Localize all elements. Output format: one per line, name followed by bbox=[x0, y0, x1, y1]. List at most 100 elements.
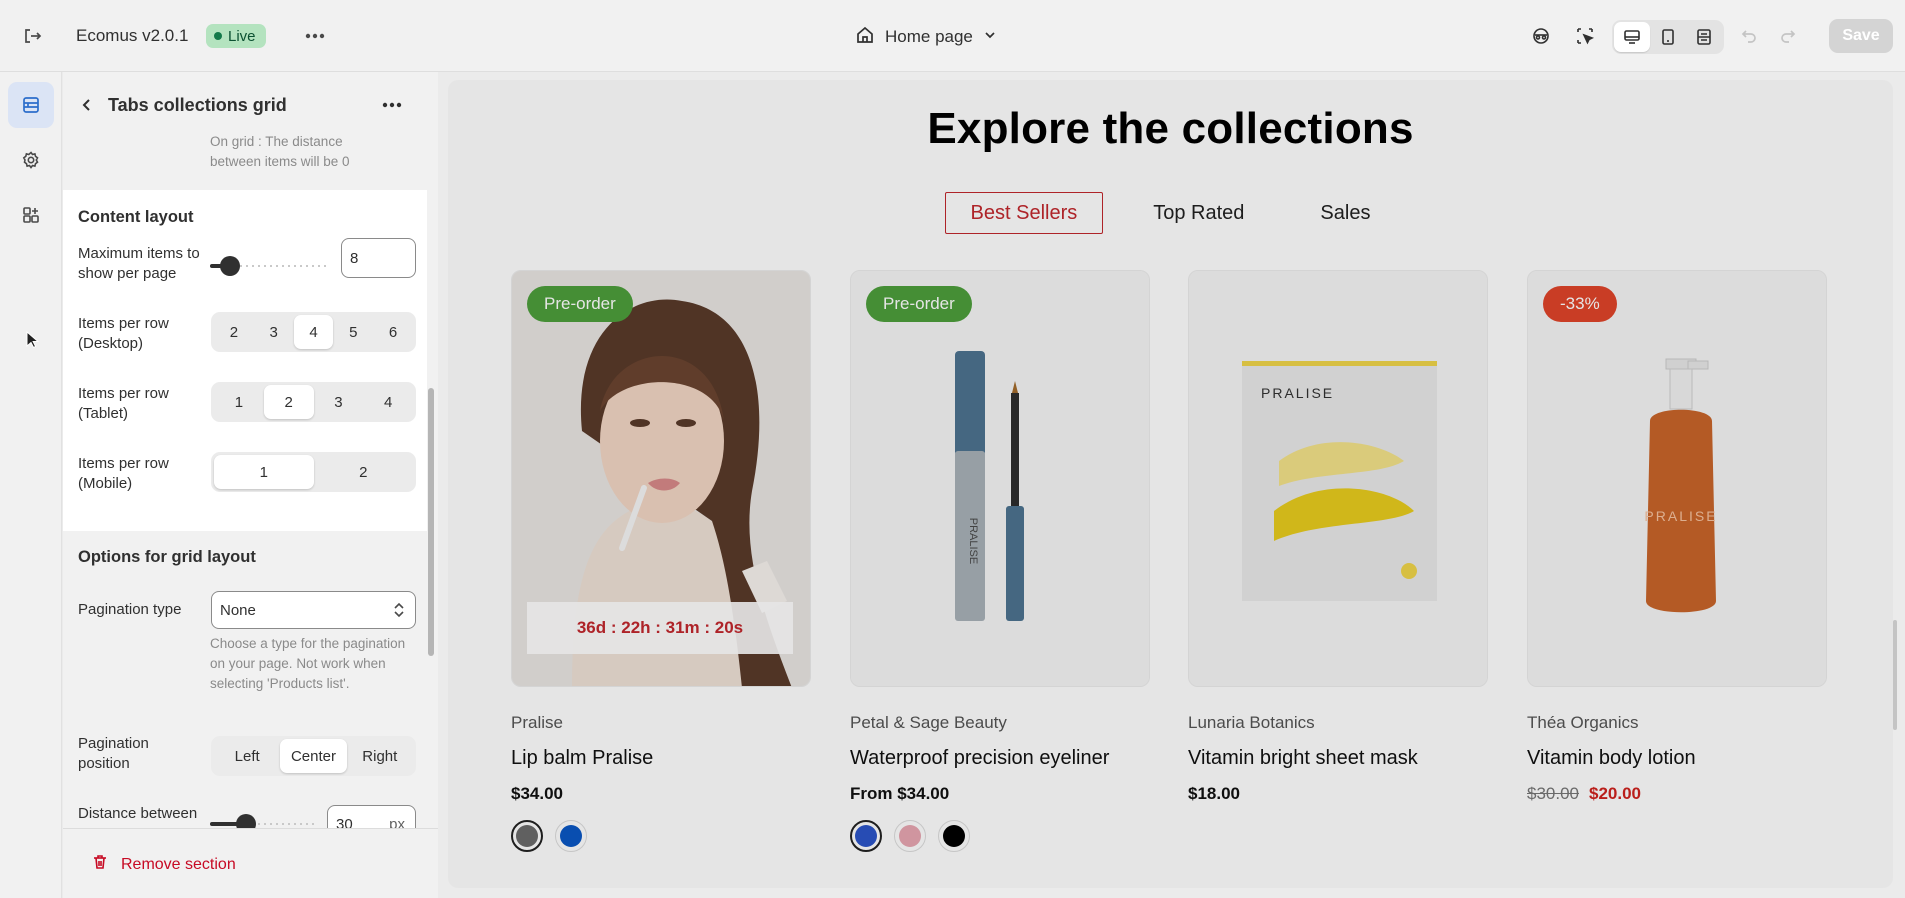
back-arrow-icon[interactable] bbox=[76, 94, 98, 116]
content-layout-group: Content layout Maximum items to show per… bbox=[63, 190, 427, 531]
sections-icon[interactable] bbox=[8, 82, 54, 128]
collection-tabs: Best Sellers Top Rated Sales bbox=[448, 192, 1893, 234]
pagination-type-select[interactable]: None bbox=[211, 591, 416, 629]
segment-option[interactable]: 6 bbox=[373, 315, 413, 349]
app-embeds-icon[interactable] bbox=[8, 192, 54, 238]
segment-option[interactable]: 3 bbox=[314, 385, 364, 419]
section-more-icon[interactable] bbox=[379, 94, 405, 116]
product-card[interactable]: PRALISE Lunaria Botanics Vitamin bright … bbox=[1188, 270, 1488, 804]
mobile-per-row-label: Items per row (Mobile) bbox=[78, 455, 169, 492]
color-swatch[interactable] bbox=[938, 820, 970, 852]
segment-option[interactable]: Left bbox=[214, 739, 280, 773]
segment-option[interactable]: 2 bbox=[214, 315, 254, 349]
product-card[interactable]: PRALISE Pre-order Petal & Sage Beauty Wa… bbox=[850, 270, 1150, 852]
max-items-slider[interactable] bbox=[210, 256, 330, 276]
undo-icon[interactable] bbox=[1737, 24, 1761, 48]
swatch-color bbox=[855, 825, 877, 847]
redo-icon[interactable] bbox=[1776, 24, 1800, 48]
page-name: Home page bbox=[885, 27, 973, 46]
desktop-icon[interactable] bbox=[1614, 22, 1650, 52]
segment-option[interactable]: Center bbox=[280, 739, 347, 773]
remove-section-button[interactable]: Remove section bbox=[91, 853, 236, 876]
product-image[interactable]: PRALISE bbox=[1188, 270, 1488, 687]
preview-scrollbar[interactable] bbox=[1893, 620, 1897, 730]
svg-text:PRALISE: PRALISE bbox=[967, 518, 979, 564]
remove-section-bar: Remove section bbox=[63, 828, 438, 898]
product-vendor: Pralise bbox=[511, 713, 563, 732]
color-swatch[interactable] bbox=[850, 820, 882, 852]
product-vendor: Théa Organics bbox=[1527, 713, 1639, 732]
color-swatch[interactable] bbox=[894, 820, 926, 852]
more-icon[interactable] bbox=[302, 24, 328, 48]
tablet-icon[interactable] bbox=[1650, 22, 1686, 52]
product-vendor: Petal & Sage Beauty bbox=[850, 713, 1007, 732]
product-title[interactable]: Waterproof precision eyeliner bbox=[850, 747, 1150, 770]
save-button[interactable]: Save bbox=[1829, 19, 1893, 53]
app-name: Ecomus v2.0.1 bbox=[76, 26, 189, 45]
slider-knob[interactable] bbox=[220, 256, 240, 276]
full-width-icon[interactable] bbox=[1686, 22, 1722, 52]
segment-option[interactable]: 2 bbox=[314, 455, 414, 489]
sheet-mask-image: PRALISE bbox=[1189, 271, 1487, 686]
collection-tab[interactable]: Sales bbox=[1294, 192, 1396, 234]
product-card[interactable]: PRALISE -33% Théa Organics Vitamin body … bbox=[1527, 270, 1827, 804]
page-selector[interactable]: Home page bbox=[855, 22, 997, 52]
segment-option[interactable]: 4 bbox=[293, 315, 334, 349]
mobile-per-row-toggle: 12 bbox=[211, 452, 416, 492]
compare-at-price: $30.00 bbox=[1527, 784, 1579, 803]
product-price: From $34.00 bbox=[850, 784, 1150, 804]
status-badge: Live bbox=[206, 24, 266, 48]
product-price: $30.00 $20.00 bbox=[1527, 784, 1827, 804]
segment-option[interactable]: 3 bbox=[254, 315, 294, 349]
product-image[interactable]: PRALISE -33% bbox=[1527, 270, 1827, 687]
product-title[interactable]: Lip balm Pralise bbox=[511, 747, 811, 770]
product-vendor: Lunaria Botanics bbox=[1188, 713, 1315, 732]
home-icon bbox=[855, 25, 875, 50]
product-card[interactable]: Pre-order 36d : 22h : 31m : 20s Pralise … bbox=[511, 270, 811, 852]
bottle-text: PRALISE bbox=[1644, 508, 1717, 524]
theme-settings-icon[interactable] bbox=[8, 137, 54, 183]
select-element-icon[interactable] bbox=[1572, 24, 1598, 48]
sidekick-icon[interactable] bbox=[1528, 24, 1554, 48]
max-items-input[interactable]: 8 bbox=[341, 238, 416, 278]
desktop-per-row-toggle: 23456 bbox=[211, 312, 416, 352]
collection-tab[interactable]: Best Sellers bbox=[944, 192, 1104, 234]
color-swatch[interactable] bbox=[511, 820, 543, 852]
preorder-badge: Pre-order bbox=[866, 286, 972, 322]
preorder-badge: Pre-order bbox=[527, 286, 633, 322]
swatch-color bbox=[516, 825, 538, 847]
pagination-note: Choose a type for the pagination on your… bbox=[210, 636, 406, 691]
segment-option[interactable]: 5 bbox=[333, 315, 373, 349]
color-swatches bbox=[511, 820, 811, 852]
product-image[interactable]: Pre-order 36d : 22h : 31m : 20s bbox=[511, 270, 811, 687]
exit-icon[interactable] bbox=[18, 24, 46, 48]
segment-option[interactable]: Right bbox=[347, 739, 413, 773]
package-text: PRALISE bbox=[1261, 385, 1334, 401]
device-toggle bbox=[1612, 20, 1724, 54]
left-rail bbox=[0, 72, 62, 898]
panel-title: Tabs collections grid bbox=[108, 95, 287, 115]
panel-scrollbar[interactable] bbox=[428, 388, 434, 656]
panel-header: Tabs collections grid bbox=[63, 72, 438, 138]
collections-heading: Explore the collections bbox=[927, 104, 1414, 153]
segment-option[interactable]: 1 bbox=[214, 455, 314, 489]
grid-options-title: Options for grid layout bbox=[78, 548, 256, 566]
pagination-type-label: Pagination type bbox=[78, 601, 182, 618]
tablet-per-row-toggle: 1234 bbox=[211, 382, 416, 422]
segment-option[interactable]: 1 bbox=[214, 385, 264, 419]
price-value: $18.00 bbox=[1188, 784, 1240, 803]
top-bar: Ecomus v2.0.1 Live Home page Save bbox=[0, 0, 1905, 72]
segment-option[interactable]: 2 bbox=[263, 385, 314, 419]
segment-option[interactable]: 4 bbox=[363, 385, 413, 419]
product-image[interactable]: PRALISE Pre-order bbox=[850, 270, 1150, 687]
swatch-color bbox=[943, 825, 965, 847]
distance-label: Distance between bbox=[78, 805, 198, 822]
color-swatch[interactable] bbox=[555, 820, 587, 852]
collection-tab[interactable]: Top Rated bbox=[1127, 192, 1270, 234]
spacing-note: On grid : The distance between items wil… bbox=[210, 134, 350, 169]
product-title[interactable]: Vitamin bright sheet mask bbox=[1188, 747, 1488, 770]
pagination-type-value: None bbox=[220, 601, 256, 619]
product-title[interactable]: Vitamin body lotion bbox=[1527, 747, 1827, 770]
storefront-preview: Explore the collections Best Sellers Top … bbox=[448, 80, 1893, 888]
eyeliner-image: PRALISE bbox=[851, 271, 1149, 686]
